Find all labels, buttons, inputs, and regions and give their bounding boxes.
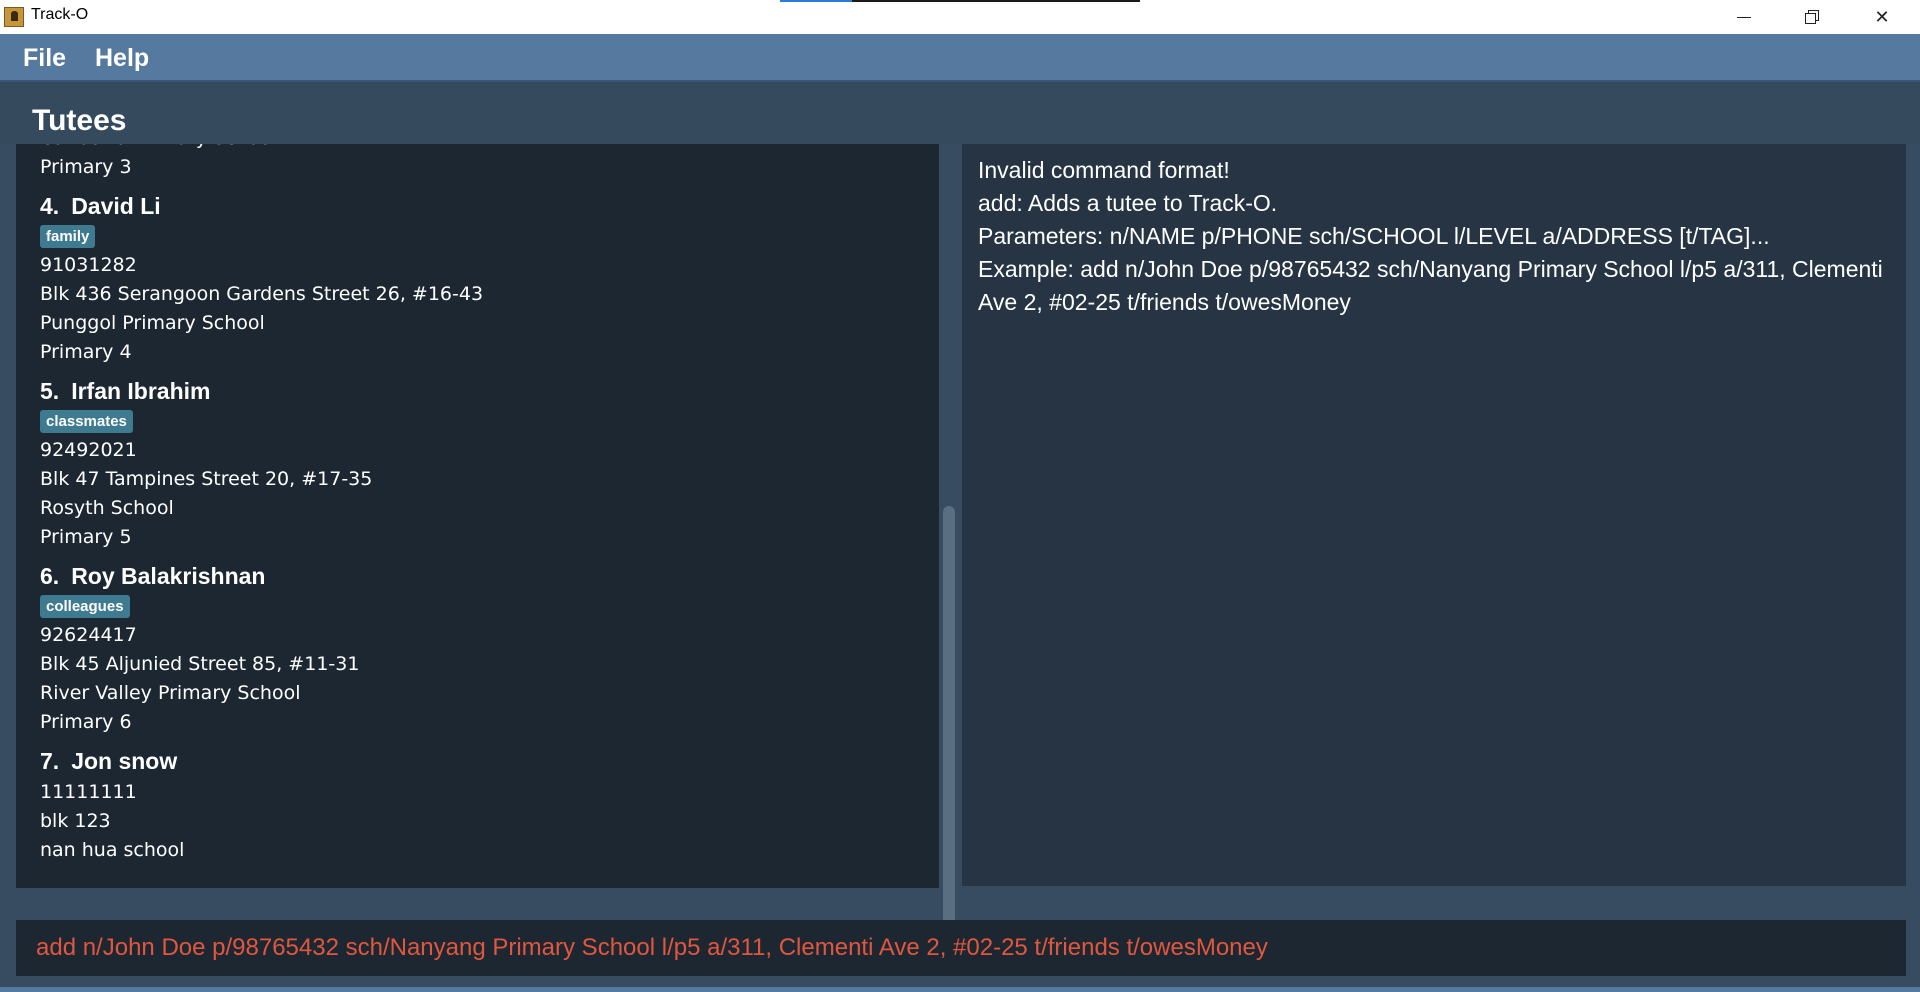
tutee-name-text: Jon snow [71, 748, 178, 774]
scrollbar-thumb[interactable] [943, 506, 955, 926]
app-icon [4, 7, 24, 27]
tutee-name: 6. Roy Balakrishnan [40, 559, 916, 593]
tutee-list-scrollbar[interactable] [940, 144, 957, 926]
tutee-name: 4. David Li [40, 189, 916, 223]
page-title: Tutees [32, 104, 127, 137]
tutee-level: Primary 5 [40, 526, 132, 548]
tutee-level: Primary 4 [40, 341, 132, 363]
tutee-card[interactable]: 4. David Li family 91031282 Blk 436 Seran… [16, 189, 916, 367]
restore-icon [1805, 10, 1819, 24]
tutee-phone: 11111111 [40, 781, 137, 803]
tutee-card-partial[interactable]: Canberra Primary School Primary 3 [16, 144, 916, 182]
loading-progress-fill [780, 0, 852, 2]
tutee-name-text: Roy Balakrishnan [71, 563, 266, 589]
result-display: Invalid command format! add: Adds a tute… [962, 144, 1906, 886]
tutee-index: 6. [40, 563, 60, 589]
tutee-address: Blk 436 Serangoon Gardens Street 26, #16… [40, 283, 484, 305]
tutee-level: Primary 6 [40, 711, 132, 733]
tutee-school: Canberra Primary School [40, 144, 916, 153]
tutee-phone: 92492021 [40, 439, 137, 461]
minimize-icon [1737, 16, 1751, 18]
main-area: Tutees Canberra Primary School Primary 3… [0, 82, 1920, 992]
title-bar: Track-O ✕ [0, 0, 1920, 34]
tutee-school: Punggol Primary School [40, 312, 265, 334]
tutee-tag: family [40, 225, 96, 248]
restore-button[interactable] [1784, 0, 1840, 34]
command-box[interactable] [16, 920, 1906, 976]
close-icon: ✕ [1874, 6, 1890, 28]
tutee-school: Rosyth School [40, 497, 174, 519]
tutee-address: blk 123 [40, 810, 111, 832]
window-title: Track-O [31, 6, 89, 23]
menu-file[interactable]: File [23, 44, 66, 73]
tutee-tag: classmates [40, 410, 133, 433]
menu-help[interactable]: Help [95, 44, 149, 73]
tutee-card[interactable]: 6. Roy Balakrishnan colleagues 92624417 B… [16, 559, 916, 737]
tutee-address: Blk 45 Aljunied Street 85, #11-31 [40, 653, 360, 675]
tutees-header: Tutees [0, 82, 1920, 144]
tutee-card[interactable]: 5. Irfan Ibrahim classmates 92492021 Blk … [16, 374, 916, 552]
tutee-name-text: David Li [71, 193, 161, 219]
tutee-card[interactable]: 7. Jon snow 11111111 blk 123 nan hua scho… [16, 744, 916, 865]
tutee-index: 5. [40, 378, 60, 404]
result-message: Invalid command format! add: Adds a tute… [978, 157, 1883, 315]
tutee-school: nan hua school [40, 839, 185, 861]
tutee-phone: 92624417 [40, 624, 137, 646]
tutee-level: Primary 3 [40, 156, 132, 178]
tutee-name: 5. Irfan Ibrahim [40, 374, 916, 408]
tutee-name: 7. Jon snow [40, 744, 916, 778]
tutee-name-text: Irfan Ibrahim [71, 378, 211, 404]
tutee-list[interactable]: Canberra Primary School Primary 3 4. Davi… [16, 144, 939, 888]
minimize-button[interactable] [1716, 0, 1772, 34]
command-input[interactable] [16, 920, 1906, 976]
tutee-address: Blk 47 Tampines Street 20, #17-35 [40, 468, 373, 490]
tutee-index: 4. [40, 193, 60, 219]
menu-bar: File Help [0, 34, 1920, 82]
tutee-index: 7. [40, 748, 60, 774]
loading-progress-bar [780, 0, 1140, 2]
tutee-school: River Valley Primary School [40, 682, 301, 704]
tutee-phone: 91031282 [40, 254, 137, 276]
close-button[interactable]: ✕ [1854, 0, 1910, 34]
tutee-tag: colleagues [40, 595, 130, 618]
status-strip [0, 987, 1920, 992]
